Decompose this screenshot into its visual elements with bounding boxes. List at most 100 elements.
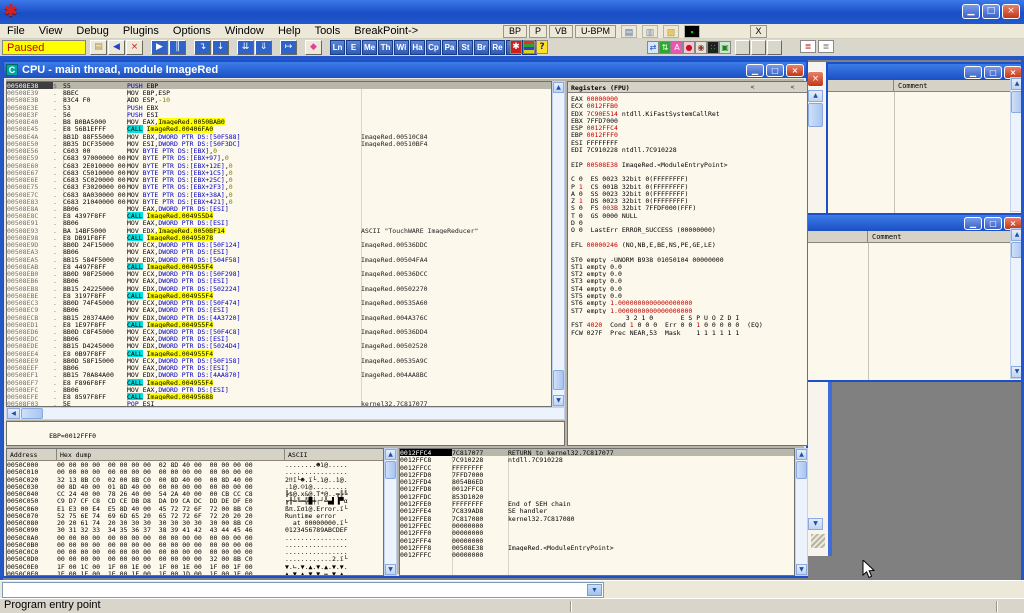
disasm-address[interactable]: 00508EC3 bbox=[7, 299, 53, 306]
register-line[interactable]: Z 1 DS 0023 32bit 0(FFFFFFFF) bbox=[571, 197, 807, 204]
menu-debug[interactable]: Debug bbox=[69, 24, 115, 39]
blank-button[interactable] bbox=[767, 40, 782, 55]
blank-button[interactable] bbox=[751, 40, 766, 55]
comment-window-top-body[interactable] bbox=[828, 92, 1024, 213]
disasm-address[interactable]: 00508E8A bbox=[7, 205, 53, 212]
disasm-row[interactable]: 00508EFC.8B06MOV EAX,DWORD PTR DS:[ESI] bbox=[7, 386, 551, 393]
view-button-E[interactable]: E bbox=[346, 40, 361, 55]
breakpoint-button-bp[interactable]: BP bbox=[503, 25, 527, 38]
registers-pane[interactable]: Registers (FPU) < < EAX 00000000ECX 0012… bbox=[567, 81, 808, 446]
column-header-blank[interactable] bbox=[806, 231, 868, 242]
dump-row[interactable]: 0050C07052 75 6E 74 69 6D 65 20 65 72 72… bbox=[7, 512, 383, 519]
stack-pane[interactable]: 0012FFC47C817077RETURN to kernel32.7C817… bbox=[399, 448, 795, 576]
disasm-address[interactable]: 00508EA5 bbox=[7, 256, 53, 263]
disasm-address[interactable]: 00508E75 bbox=[7, 183, 53, 190]
disasm-address[interactable]: 00508EB8 bbox=[7, 285, 53, 292]
register-line[interactable]: EFL 00000246 (NO,NB,E,BE,NS,PE,GE,LE) bbox=[571, 241, 807, 248]
app-restore-button[interactable]: □ bbox=[982, 4, 1000, 19]
disasm-row[interactable]: 00508E60.C683 2E010000 00MOV BYTE PTR DS… bbox=[7, 162, 551, 169]
register-line[interactable]: ST5 empty 0.0 bbox=[571, 292, 807, 299]
stack-row[interactable]: 0012FFE0FFFFFFFFEnd of SEH chain bbox=[400, 500, 794, 507]
dump-row[interactable]: 0050C08020 20 61 74 20 30 30 30 30 30 30… bbox=[7, 519, 383, 526]
menu-tools[interactable]: Tools bbox=[308, 24, 348, 39]
dropdown-icon[interactable]: ▼ bbox=[587, 584, 602, 596]
disasm-address[interactable]: 00508EFE bbox=[7, 393, 53, 400]
settings-gear-icon[interactable]: ✱ bbox=[510, 40, 522, 54]
dump-row[interactable]: 0050C0E01F 00 1C 00 1F 00 1E 00 1F 00 1E… bbox=[7, 563, 383, 570]
menu-plugins[interactable]: Plugins bbox=[116, 24, 166, 39]
register-line[interactable] bbox=[571, 234, 807, 241]
stack-row[interactable]: 0012FFE87C817080kernel32.7C817080 bbox=[400, 515, 794, 522]
disasm-row[interactable]: 00508ED6.8B0D C8F45000MOV ECX,DWORD PTR … bbox=[7, 328, 551, 335]
menu-breakpoint[interactable]: BreakPoint-> bbox=[347, 24, 425, 39]
scroll-up-icon[interactable]: ▲ bbox=[553, 82, 564, 93]
register-line[interactable]: ESI FFFFFFFF bbox=[571, 139, 807, 146]
disasm-address[interactable]: 00508E67 bbox=[7, 169, 53, 176]
stack-row[interactable]: 0012FFD07FFD7000 bbox=[400, 471, 794, 478]
disasm-row[interactable]: 00508E40.B8 B0BA5000MOV EAX,ImageRed.005… bbox=[7, 118, 551, 125]
register-line[interactable]: FCW 027F Prec NEAR,53 Mask 1 1 1 1 1 1 bbox=[571, 329, 807, 336]
stack-row[interactable]: 0012FFD80012FFC8 bbox=[400, 485, 794, 492]
terminate-icon[interactable]: × bbox=[126, 40, 143, 55]
disasm-row[interactable]: 00508E93.BA 14BF5000MOV EDX,ImageRed.005… bbox=[7, 227, 551, 234]
disasm-address[interactable]: 00508ECB bbox=[7, 314, 53, 321]
minimize-button[interactable]: ▁ bbox=[746, 64, 764, 77]
animate-into-icon[interactable]: ⇊ bbox=[237, 40, 254, 55]
view-button-Wi[interactable]: Wi bbox=[394, 40, 409, 55]
blank-button[interactable] bbox=[735, 40, 750, 55]
folder-icon[interactable]: ▨ bbox=[663, 25, 679, 38]
open-file-icon[interactable]: ▤ bbox=[90, 40, 107, 55]
disasm-row[interactable]: 00508EC3.8B0D 74F45000MOV ECX,DWORD PTR … bbox=[7, 299, 551, 306]
disasm-row[interactable]: 00508E4A.8B1D 88F55000MOV EBX,DWORD PTR … bbox=[7, 133, 551, 140]
disasm-row[interactable]: 00508E83.C683 21040000 00MOV BYTE PTR DS… bbox=[7, 198, 551, 205]
disasm-row[interactable]: 00508F03.5EPOP ESIkernel32.7C817077 bbox=[7, 400, 551, 407]
cpu-window-titlebar[interactable]: C CPU - main thread, module ImageRed ▁ □… bbox=[4, 62, 806, 78]
register-line[interactable]: ECX 0012FFB0 bbox=[571, 102, 807, 109]
breakpoint-button-vb[interactable]: VB bbox=[549, 25, 573, 38]
disasm-row[interactable]: 00508EEF.8B06MOV EAX,DWORD PTR DS:[ESI] bbox=[7, 364, 551, 371]
disasm-address[interactable]: 00508E59 bbox=[7, 154, 53, 161]
scrollbar-thumb[interactable] bbox=[385, 461, 396, 479]
disasm-row[interactable]: 00508E9D.8B0D 24F15000MOV ECX,DWORD PTR … bbox=[7, 241, 551, 248]
prev-register-set-icon[interactable]: < bbox=[788, 83, 797, 91]
appearance-icon[interactable] bbox=[523, 40, 535, 54]
stack-row[interactable]: 0012FFCCFFFFFFFF bbox=[400, 464, 794, 471]
disasm-address[interactable]: 00508E50 bbox=[7, 140, 53, 147]
register-line[interactable]: EIP 00508E38 ImageRed.<ModuleEntryPoint> bbox=[571, 161, 807, 168]
disasm-row[interactable]: 00508E50.8B35 DCF35000MOV ESI,DWORD PTR … bbox=[7, 140, 551, 147]
disasm-row[interactable]: 00508EA5.8B15 584F5000MOV EDX,DWORD PTR … bbox=[7, 256, 551, 263]
dump-row[interactable]: 0050C03000 8D 40 00 01 8D 40 00 00 00 00… bbox=[7, 483, 383, 490]
disasm-address[interactable]: 00508E3B bbox=[7, 96, 53, 103]
scroll-up-icon[interactable]: ▲ bbox=[385, 449, 396, 460]
disasm-address[interactable]: 00508E83 bbox=[7, 198, 53, 205]
breakpoint-button-p[interactable]: P bbox=[529, 25, 547, 38]
stack-row[interactable]: 0012FFF000000000 bbox=[400, 529, 794, 536]
dump-row[interactable]: 0050C01000 00 00 00 00 00 00 00 00 00 00… bbox=[7, 468, 383, 475]
view-button-Pa[interactable]: Pa bbox=[442, 40, 457, 55]
disasm-row[interactable]: 00508E3F.56PUSH ESI bbox=[7, 111, 551, 118]
disasm-address[interactable]: 00508EE4 bbox=[7, 350, 53, 357]
register-line[interactable]: EBP 0012FFF0 bbox=[571, 131, 807, 138]
green-tool-icon[interactable]: ⇅ bbox=[659, 41, 671, 54]
dump-header-address[interactable]: Address bbox=[7, 449, 57, 460]
register-line[interactable]: ST2 empty 0.0 bbox=[571, 270, 807, 277]
log-list-icon[interactable]: ≣ bbox=[800, 40, 816, 53]
toolbar-close-button[interactable]: X bbox=[750, 25, 767, 38]
disasm-address[interactable]: 00508EB0 bbox=[7, 270, 53, 277]
stack-row[interactable]: 0012FFFC00000000 bbox=[400, 551, 794, 558]
help-icon[interactable]: ? bbox=[536, 40, 548, 54]
register-line[interactable]: EAX 00000000 bbox=[571, 95, 807, 102]
disasm-address[interactable]: 00508E93 bbox=[7, 227, 53, 234]
view-button-Ha[interactable]: Ha bbox=[410, 40, 425, 55]
register-line[interactable]: A 0 SS 0023 32bit 0(FFFFFFFF) bbox=[571, 190, 807, 197]
menu-window[interactable]: Window bbox=[218, 24, 271, 39]
disasm-row[interactable]: 00508EE9.8B0D 58F15000MOV ECX,DWORD PTR … bbox=[7, 357, 551, 364]
notes-list-icon[interactable]: ≣ bbox=[818, 40, 834, 53]
register-line[interactable] bbox=[571, 168, 807, 175]
disasm-address[interactable]: 00508E39 bbox=[7, 89, 53, 96]
disasm-row[interactable]: 00508ECB.8B15 20374A00MOV EDX,DWORD PTR … bbox=[7, 314, 551, 321]
comment-window-middle-body[interactable] bbox=[806, 243, 1024, 380]
view-button-Cp[interactable]: Cp bbox=[426, 40, 441, 55]
disasm-row[interactable]: 00508E3E.53PUSH EBX bbox=[7, 104, 551, 111]
animate-over-icon[interactable]: ⇓ bbox=[255, 40, 272, 55]
